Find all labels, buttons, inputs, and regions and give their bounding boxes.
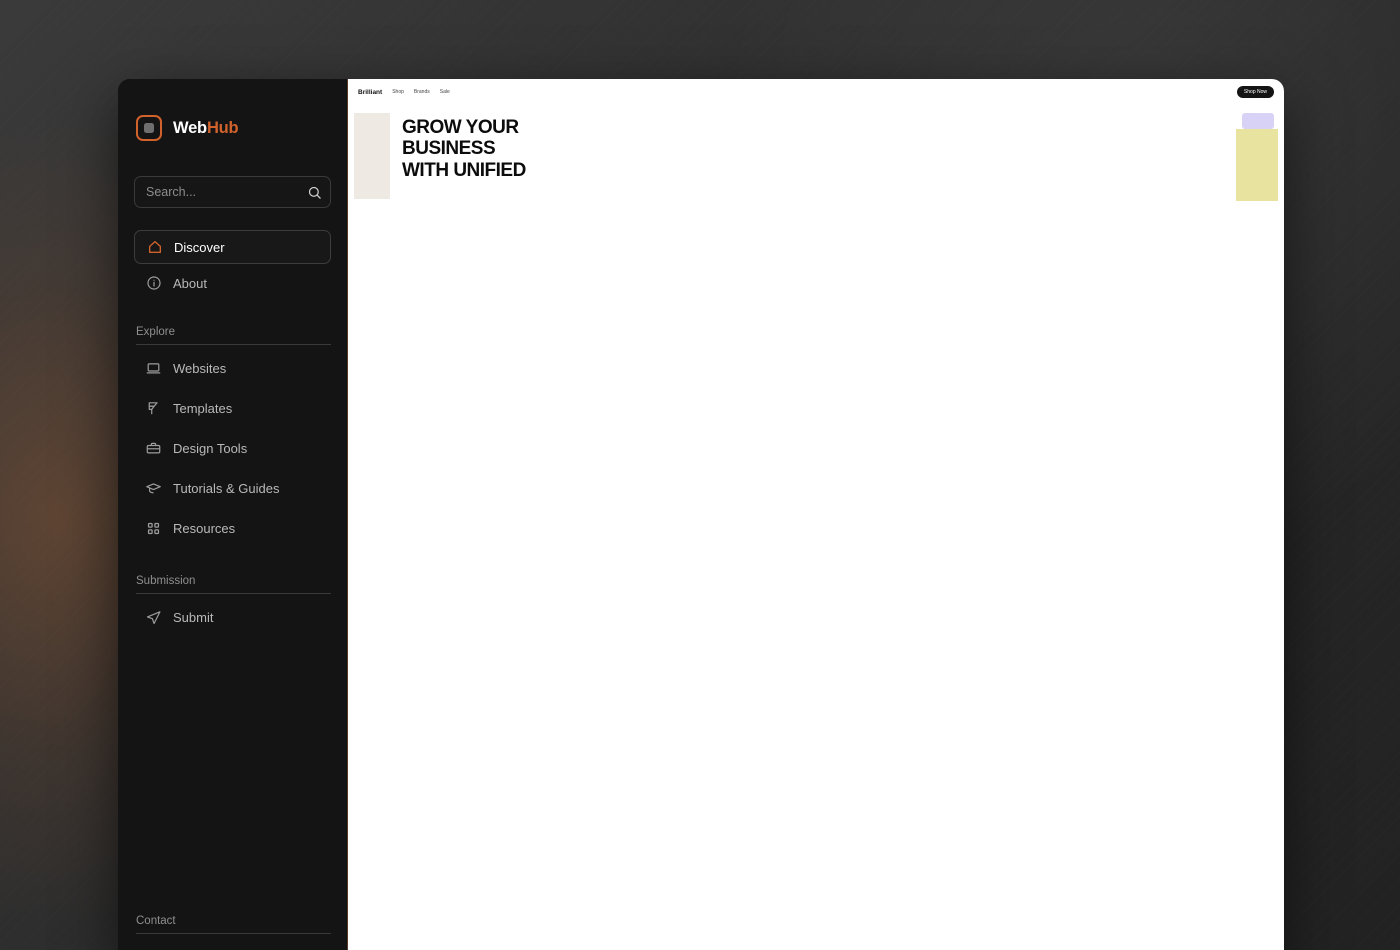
sidebar-item-resources[interactable]: Resources — [134, 511, 331, 545]
toolbox-icon — [145, 440, 162, 457]
laptop-icon — [145, 360, 162, 377]
sidebar-item-templates[interactable]: Templates — [134, 391, 331, 425]
social-links — [134, 940, 331, 950]
graduation-cap-icon — [145, 480, 162, 497]
brand-name-main: Web — [173, 118, 207, 137]
send-icon — [145, 609, 162, 626]
sidebar-item-about[interactable]: About — [134, 266, 331, 300]
sidebar-item-label: Discover — [174, 239, 225, 255]
brand-logo[interactable]: WebHub — [134, 97, 331, 147]
sidebar-item-discover[interactable]: Discover — [134, 230, 331, 264]
sidebar: WebHub Discover — [118, 79, 348, 950]
sidebar-item-label: About — [173, 275, 207, 291]
info-icon — [145, 275, 162, 292]
sidebar-item-design-tools[interactable]: Design Tools — [134, 431, 331, 465]
webhub-logo-icon — [136, 115, 162, 141]
section-label-contact: Contact — [136, 915, 331, 934]
sidebar-item-label: Tutorials & Guides — [173, 480, 280, 496]
brand-name: WebHub — [173, 118, 239, 138]
search-input[interactable] — [146, 185, 307, 199]
home-icon — [146, 239, 163, 256]
section-label-submission: Submission — [136, 575, 331, 594]
brand-name-accent: Hub — [206, 118, 239, 137]
sidebar-item-label: Resources — [173, 520, 236, 536]
sidebar-item-submit[interactable]: Submit — [134, 600, 331, 634]
logo-inner-square — [144, 123, 154, 133]
primary-nav: Discover About — [134, 230, 331, 302]
sidebar-item-websites[interactable]: Websites — [134, 351, 331, 385]
sidebar-item-label: Submit — [173, 609, 214, 625]
webhub-app-window: WebHub Discover — [118, 79, 1284, 950]
sidebar-item-label: Templates — [173, 400, 233, 416]
unified-preview: Brilliant Shop Brands Sale Shop Now GROW… — [348, 79, 1284, 950]
grid-icon — [145, 520, 162, 537]
explore-nav: Websites Templates Design Tools Tutorial… — [134, 351, 331, 551]
websites-cards-row: Science-backedAI Cosmetologistyou can tr… — [348, 79, 1284, 950]
website-card-unified[interactable]: Brilliant Shop Brands Sale Shop Now GROW… — [348, 79, 1284, 950]
main-content: Curated Selection Of Amazing Websites Si… — [348, 79, 1284, 950]
submission-nav: Submit — [134, 600, 331, 640]
sidebar-item-label: Design Tools — [173, 440, 248, 456]
sidebar-item-tutorials-guides[interactable]: Tutorials & Guides — [134, 471, 331, 505]
desktop-background: WebHub Discover — [0, 0, 1400, 950]
section-label-explore: Explore — [136, 326, 331, 345]
search-box[interactable] — [134, 176, 331, 208]
sidebar-item-label: Websites — [173, 360, 227, 376]
layers-icon — [145, 400, 162, 417]
search-icon[interactable] — [307, 185, 322, 200]
contact-block: Contact — [134, 915, 331, 950]
